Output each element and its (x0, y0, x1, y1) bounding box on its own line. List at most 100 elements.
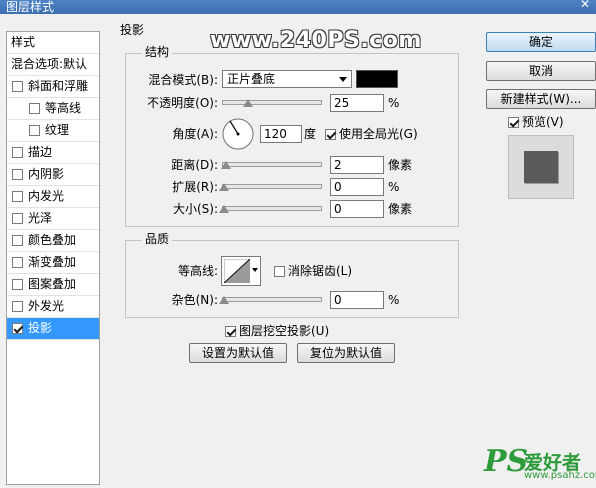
cancel-button[interactable]: 取消 (486, 61, 596, 81)
opacity-unit: % (388, 96, 400, 110)
contour-label: 等高线: (177, 264, 218, 278)
window-title: 图层样式 (6, 0, 55, 14)
checkbox-icon[interactable] (29, 103, 40, 114)
style-item[interactable]: 内发光 (7, 186, 99, 208)
size-unit: 像素 (388, 202, 413, 216)
logo-url: www.psahz.com (524, 470, 596, 481)
size-slider[interactable] (222, 206, 322, 211)
style-item-label: 颜色叠加 (28, 233, 77, 247)
distance-unit: 像素 (388, 158, 413, 172)
spread-input[interactable]: 0 (330, 178, 384, 196)
watermark-text: www.240PS.com (210, 28, 422, 53)
checkbox-icon[interactable] (12, 279, 23, 290)
style-item-label: 外发光 (28, 299, 65, 313)
style-item[interactable]: 外发光 (7, 296, 99, 318)
opacity-label: 不透明度(O): (147, 96, 218, 110)
style-item[interactable]: 描边 (7, 142, 99, 164)
noise-unit: % (388, 293, 400, 307)
style-item[interactable]: 颜色叠加 (7, 230, 99, 252)
angle-input[interactable]: 120 (260, 125, 302, 143)
preview-checkbox[interactable]: 预览(V) (508, 114, 564, 130)
noise-slider-thumb[interactable] (219, 296, 229, 304)
set-default-button[interactable]: 设置为默认值 (189, 343, 287, 363)
style-preview (508, 135, 574, 199)
anti-alias-checkbox[interactable]: 消除锯齿(L) (274, 263, 352, 279)
styles-list: 样式 混合选项:默认 斜面和浮雕等高线纹理 描边内阴影内发光光泽颜色叠加渐变叠加图… (6, 31, 100, 485)
noise-label: 杂色(N): (171, 293, 218, 307)
style-item-label: 等高线 (45, 101, 82, 115)
checkbox-icon[interactable] (12, 147, 23, 158)
spread-label: 扩展(R): (172, 180, 218, 194)
checkbox-icon[interactable] (12, 301, 23, 312)
logo-ps: PS (484, 444, 529, 479)
blend-mode-select[interactable]: 正片叠底 (222, 70, 352, 88)
blend-options-item[interactable]: 混合选项:默认 (7, 54, 99, 76)
style-item-label: 投影 (28, 321, 53, 335)
global-light-checkbox[interactable]: 使用全局光(G) (325, 126, 418, 142)
checkbox-icon[interactable] (12, 81, 23, 92)
noise-slider[interactable] (222, 297, 322, 302)
style-item-label: 内发光 (28, 189, 65, 203)
checkbox-icon[interactable] (508, 117, 519, 128)
spread-slider-thumb[interactable] (219, 183, 229, 191)
blend-mode-label: 混合模式(B): (148, 73, 218, 87)
size-input[interactable]: 0 (330, 200, 384, 218)
title-bar[interactable]: 图层样式 ✕ (0, 0, 596, 14)
chevron-down-icon (339, 77, 347, 82)
close-icon[interactable]: ✕ (580, 0, 590, 11)
style-item-label: 渐变叠加 (28, 255, 77, 269)
structure-legend: 结构 (142, 45, 173, 59)
style-item-label: 内阴影 (28, 167, 65, 181)
style-item[interactable]: 渐变叠加 (7, 252, 99, 274)
checkbox-icon[interactable] (12, 191, 23, 202)
contour-picker[interactable] (221, 256, 261, 286)
distance-slider-thumb[interactable] (221, 161, 231, 169)
angle-unit: 度 (304, 127, 317, 141)
style-item[interactable]: 图案叠加 (7, 274, 99, 296)
checkbox-icon[interactable] (12, 169, 23, 180)
ok-button[interactable]: 确定 (486, 32, 596, 52)
chevron-down-icon (252, 268, 258, 272)
checkbox-icon[interactable] (325, 129, 336, 140)
style-item[interactable]: 等高线 (7, 98, 99, 120)
distance-label: 距离(D): (171, 158, 218, 172)
noise-input[interactable]: 0 (330, 291, 384, 309)
style-item-label: 图案叠加 (28, 277, 77, 291)
checkbox-icon[interactable] (274, 266, 285, 277)
shadow-color-swatch[interactable] (356, 70, 398, 88)
checkbox-icon[interactable] (12, 235, 23, 246)
reset-default-button[interactable]: 复位为默认值 (297, 343, 395, 363)
angle-dial[interactable] (221, 117, 255, 151)
style-item[interactable]: 内阴影 (7, 164, 99, 186)
opacity-slider-thumb[interactable] (243, 99, 253, 107)
checkbox-icon[interactable] (12, 323, 23, 334)
style-item[interactable]: 光泽 (7, 208, 99, 230)
knockout-checkbox[interactable]: 图层挖空投影(U) (225, 323, 329, 339)
blend-mode-value: 正片叠底 (227, 72, 276, 86)
style-item[interactable]: 斜面和浮雕 (7, 76, 99, 98)
style-item-label: 光泽 (28, 211, 53, 225)
spread-slider[interactable] (222, 184, 322, 189)
quality-legend: 品质 (142, 232, 173, 246)
opacity-input[interactable]: 25 (330, 94, 384, 112)
checkbox-icon[interactable] (225, 326, 236, 337)
distance-slider[interactable] (222, 162, 322, 167)
style-item-label: 斜面和浮雕 (28, 79, 89, 93)
checkbox-icon[interactable] (29, 125, 40, 136)
new-style-button[interactable]: 新建样式(W)... (486, 89, 596, 109)
styles-header: 样式 (7, 32, 99, 54)
angle-label: 角度(A): (172, 127, 218, 141)
opacity-slider[interactable] (222, 100, 322, 105)
checkbox-icon[interactable] (12, 213, 23, 224)
style-item[interactable]: 投影 (7, 318, 99, 340)
spread-unit: % (388, 180, 400, 194)
style-item[interactable]: 纹理 (7, 120, 99, 142)
anti-alias-label: 消除锯齿(L) (288, 264, 353, 278)
preview-label: 预览(V) (522, 115, 564, 129)
size-slider-thumb[interactable] (219, 205, 229, 213)
checkbox-icon[interactable] (12, 257, 23, 268)
distance-input[interactable]: 2 (330, 156, 384, 174)
knockout-label: 图层挖空投影(U) (239, 324, 330, 338)
preview-swatch (524, 151, 558, 183)
global-light-label: 使用全局光(G) (339, 127, 418, 141)
